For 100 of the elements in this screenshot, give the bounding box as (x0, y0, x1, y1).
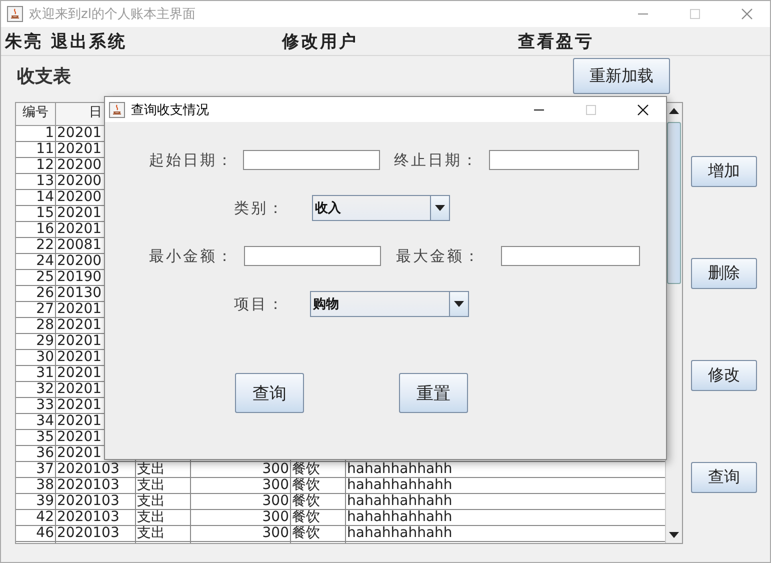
table-cell: hahahhahhahh (347, 478, 452, 493)
table-cell: 20201 (57, 126, 102, 141)
table-cell: 28 (36, 318, 54, 333)
table-cell: hahahhahhahh (347, 462, 452, 477)
table-cell: 20201 (57, 302, 102, 317)
table-cell: 24 (36, 254, 54, 269)
table-cell: 20201 (57, 318, 102, 333)
window-title: 欢迎来到zl的个人账本主界面 (29, 6, 196, 23)
field-label: 终止日期： (394, 150, 480, 170)
table-cell: 25 (36, 270, 54, 285)
field-label: 项目： (234, 294, 286, 314)
table-cell: 35 (36, 430, 54, 445)
max-amount-field[interactable] (501, 246, 640, 266)
minimize-icon[interactable] (534, 108, 544, 110)
query-button[interactable]: 查询 (235, 373, 304, 413)
table-cell: 32 (36, 382, 54, 397)
scrollbar[interactable] (665, 103, 682, 543)
table-cell: 300 (262, 510, 289, 525)
table-cell: 20201 (57, 350, 102, 365)
table-cell: 20201 (57, 414, 102, 429)
scroll-thumb[interactable] (667, 122, 681, 284)
table-cell: 30 (36, 350, 54, 365)
reset-button[interactable]: 重置 (399, 373, 468, 413)
caret-icon (454, 301, 464, 307)
app-icon (109, 102, 125, 118)
table-cell: 20201 (57, 142, 102, 157)
table-cell: 16 (36, 222, 54, 237)
table-cell: 20200 (57, 158, 102, 173)
table-cell: 20201 (57, 446, 102, 461)
field-label: 起始日期： (149, 150, 235, 170)
field-label: 最小金额： (149, 246, 235, 266)
table-cell: 300 (262, 494, 289, 509)
table-cell: 34 (36, 414, 54, 429)
table-cell: 20201 (57, 398, 102, 413)
table-cell: 20201 (57, 430, 102, 445)
table-cell: 20200 (57, 254, 102, 269)
table-cell: 20201 (57, 334, 102, 349)
table-cell: hahahhahhahh (347, 526, 452, 541)
table-cell: 38 (36, 478, 54, 493)
table-cell: 33 (36, 398, 54, 413)
min-amount-field[interactable] (244, 246, 381, 266)
table-cell: 2020103 (57, 478, 120, 493)
category-dropdown[interactable]: 收入 (312, 195, 450, 221)
reload-button[interactable]: 重新加载 (573, 58, 670, 94)
table-cell: 46 (36, 526, 54, 541)
table-cell: 27 (36, 302, 54, 317)
side-button[interactable]: 修改 (691, 360, 757, 391)
dialog-title: 查询收支情况 (131, 102, 210, 118)
close-icon[interactable] (637, 104, 649, 116)
menu-item[interactable]: 修改用户 (282, 30, 358, 52)
table-cell: hahahhahhahh (347, 510, 452, 525)
table-cell: 29 (36, 334, 54, 349)
table-cell: hahahhahhahh (347, 494, 452, 509)
table-cell: 14 (36, 190, 54, 205)
field-label: 最大金额： (396, 246, 482, 266)
side-button[interactable]: 删除 (691, 258, 757, 289)
table-cell: 2020103 (57, 462, 120, 477)
table-cell: 20201 (57, 222, 102, 237)
side-button[interactable]: 查询 (691, 462, 757, 493)
start-date-field[interactable] (243, 150, 380, 170)
table-cell: 13 (36, 174, 54, 189)
table-cell: 20201 (57, 206, 102, 221)
scroll-down-icon[interactable] (669, 532, 679, 538)
caret-icon (435, 205, 445, 211)
table-cell: 20201 (57, 382, 102, 397)
table-cell: 20190 (57, 270, 102, 285)
table-cell: 37 (36, 462, 54, 477)
table-cell: 2020103 (57, 510, 120, 525)
table-cell: 300 (262, 462, 289, 477)
table-cell: 22 (36, 238, 54, 253)
menu-item[interactable]: 朱亮 (5, 30, 43, 52)
table-cell: 300 (262, 526, 289, 541)
table-cell: 2020103 (57, 526, 120, 541)
project-dropdown[interactable]: 购物 (310, 291, 469, 317)
table-cell: 31 (36, 366, 54, 381)
table-cell: 20200 (57, 190, 102, 205)
table-cell: 11 (36, 142, 54, 157)
table-cell: 12 (36, 158, 54, 173)
table-cell: 20130 (57, 286, 102, 301)
table-cell: 20081 (57, 238, 102, 253)
menu-item[interactable]: 退出系统 (51, 30, 127, 52)
table-cell: 1 (45, 126, 54, 141)
table-cell: 300 (262, 478, 289, 493)
scroll-up-icon[interactable] (669, 108, 679, 114)
table-cell: 20200 (57, 174, 102, 189)
end-date-field[interactable] (489, 150, 639, 170)
table-cell: 36 (36, 446, 54, 461)
table-cell: 39 (36, 494, 54, 509)
field-label: 类别： (234, 198, 286, 218)
table-cell: 15 (36, 206, 54, 221)
side-button[interactable]: 增加 (691, 156, 757, 187)
table-cell: 26 (36, 286, 54, 301)
table-cell: 42 (36, 510, 54, 525)
app-icon (7, 6, 23, 22)
table-heading: 收支表 (17, 65, 72, 88)
column-header[interactable]: 编号 (22, 105, 48, 120)
menu-item[interactable]: 查看盈亏 (518, 30, 594, 52)
column-header[interactable]: 日 (89, 105, 102, 120)
table-cell: 20201 (57, 366, 102, 381)
table-cell: 2020103 (57, 494, 120, 509)
